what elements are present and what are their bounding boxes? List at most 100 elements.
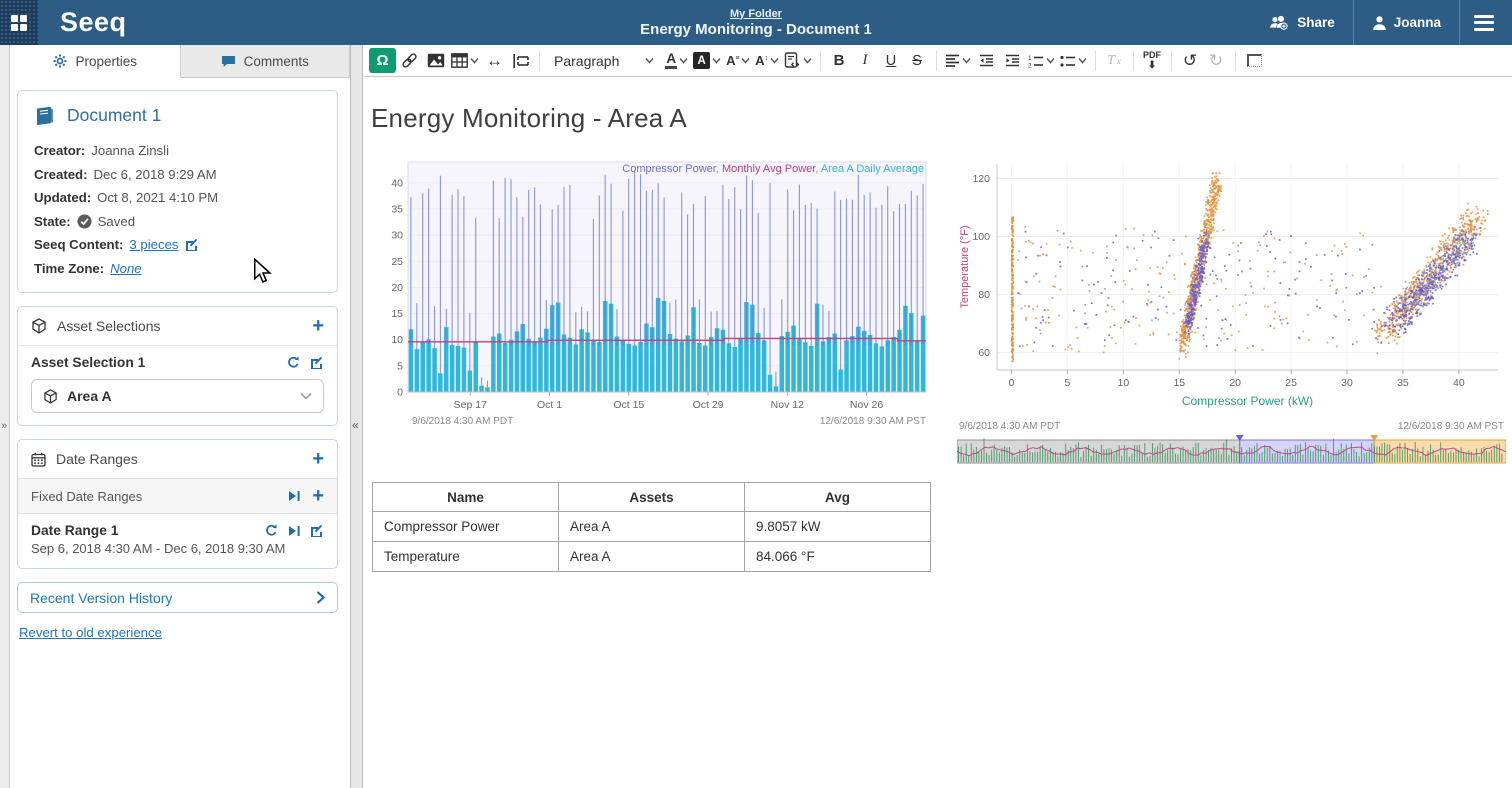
line-height-button[interactable]: A↕ (753, 48, 780, 73)
user-label: Joanna (1394, 15, 1441, 30)
revert-old-experience-link[interactable]: Revert to old experience (19, 625, 162, 640)
sidebar-splitter[interactable]: « (350, 45, 363, 788)
bar-chart[interactable]: 0510152025303540Sep 17Oct 1Oct 15Oct 29N… (378, 156, 934, 428)
range-strip-chart[interactable] (957, 435, 1506, 464)
table-row[interactable]: Compressor PowerArea A9.8057 kW (373, 512, 931, 542)
table-row[interactable]: TemperatureArea A84.066 °F (373, 542, 931, 572)
document-title: Document 1 (67, 105, 161, 126)
share-button[interactable]: Share (1250, 0, 1353, 45)
cube-icon (43, 389, 58, 404)
add-fixed-date-range-button[interactable]: + (312, 486, 324, 506)
edit-icon[interactable] (185, 238, 199, 252)
check-circle-icon (77, 214, 92, 229)
background-color-button[interactable]: A (691, 48, 723, 73)
italic-button[interactable]: I (853, 48, 878, 73)
chevron-down-icon (470, 57, 479, 64)
scatter-start-time: 9/6/2018 4:30 AM PDT (959, 421, 1060, 432)
recent-version-history-button[interactable]: Recent Version History (17, 582, 338, 613)
svg-text:15: 15 (391, 308, 403, 320)
date-ranges-card: Date Ranges + Fixed Date Ranges + Date R… (17, 439, 338, 569)
seeq-content-link[interactable]: 3 pieces (129, 237, 178, 252)
bar-chart-content[interactable]: 0510152025303540Sep 17Oct 1Oct 15Oct 29N… (378, 156, 934, 433)
svg-text:35: 35 (391, 204, 403, 216)
svg-text:9/6/2018 4:30 AM PDT: 9/6/2018 4:30 AM PDT (412, 416, 513, 427)
seeq-logo[interactable]: Seeq (60, 7, 127, 38)
scatter-end-time: 12/6/2018 9:30 AM PST (1398, 421, 1504, 432)
svg-text:Nov 12: Nov 12 (771, 399, 804, 411)
scatter-chart-content[interactable]: 60801001200510152025303540Compressor Pow… (957, 158, 1506, 469)
time-zone-link[interactable]: None (110, 261, 142, 276)
breadcrumb[interactable]: My Folder (730, 8, 782, 20)
share-users-icon (1268, 15, 1290, 31)
tab-comments[interactable]: Comments (181, 45, 351, 77)
edit-icon[interactable] (310, 356, 324, 370)
outdent-button[interactable] (974, 48, 999, 73)
svg-text:35: 35 (1397, 377, 1409, 389)
clear-formatting-button: Tx (1102, 48, 1127, 73)
scatter-chart[interactable]: 60801001200510152025303540Compressor Pow… (957, 158, 1506, 410)
asset-selection-name: Asset Selection 1 (31, 355, 145, 370)
svg-text:40: 40 (391, 177, 403, 189)
chevron-down-icon (645, 57, 654, 64)
field-state: State: Saved (34, 210, 321, 234)
field-time-zone: Time Zone: None (34, 257, 321, 281)
bold-button[interactable]: B (827, 48, 852, 73)
svg-text:80: 80 (978, 289, 990, 301)
add-date-range-button[interactable]: + (312, 449, 324, 469)
refresh-icon[interactable] (286, 355, 301, 370)
svg-text:12/6/2018 9:30 AM PST: 12/6/2018 9:30 AM PST (820, 416, 926, 427)
date-range-name: Date Range 1 (31, 523, 118, 538)
app-grid-button[interactable] (0, 0, 38, 45)
paragraph-style-select[interactable]: Paragraph (546, 53, 662, 69)
svg-text:0: 0 (397, 387, 403, 399)
grid-icon (11, 15, 27, 31)
bullet-list-button[interactable] (1058, 48, 1089, 73)
underline-button[interactable]: U (879, 48, 904, 73)
table-button[interactable] (449, 48, 481, 73)
refresh-icon[interactable] (264, 523, 279, 538)
indent-button[interactable] (1000, 48, 1025, 73)
numbered-list-button[interactable]: 12 (1026, 48, 1057, 73)
insert-seeq-content-button[interactable]: Ω (369, 48, 396, 73)
fixed-width-view-button[interactable] (1242, 48, 1267, 73)
svg-text:20: 20 (1229, 377, 1241, 389)
font-color-button[interactable]: A (663, 48, 690, 73)
image-button[interactable] (423, 48, 448, 73)
strikethrough-button[interactable]: S (905, 48, 930, 73)
insert-template-button[interactable] (782, 48, 814, 73)
field-updated: Updated:Oct 8, 2021 4:10 PM (34, 186, 321, 210)
collapse-left-icon[interactable]: « (352, 418, 359, 432)
tab-properties[interactable]: Properties (11, 45, 181, 78)
svg-text:Compressor Power, Monthly Avg: Compressor Power, Monthly Avg Power, Are… (622, 163, 924, 175)
chevron-down-icon (300, 392, 312, 400)
sidebar: Properties Comments Document 1 Creator:J… (11, 45, 350, 788)
expand-right-icon[interactable]: » (1, 420, 7, 432)
asset-select-dropdown[interactable]: Area A (31, 379, 324, 413)
svg-text:5: 5 (397, 360, 403, 372)
user-menu-button[interactable]: Joanna (1354, 0, 1459, 45)
left-collapse-rail[interactable]: » (0, 45, 10, 788)
document-properties-card: Document 1 Creator:Joanna Zinsli Created… (17, 90, 338, 293)
link-button[interactable] (397, 48, 422, 73)
document-heading[interactable]: Energy Monitoring - Area A (371, 103, 1512, 134)
add-asset-selection-button[interactable]: + (312, 316, 324, 336)
align-button[interactable] (943, 48, 973, 73)
svg-text:10: 10 (391, 334, 403, 346)
step-to-end-icon[interactable] (288, 525, 301, 537)
font-size-button[interactable]: A≡ (724, 48, 752, 73)
step-to-end-icon[interactable] (288, 490, 301, 502)
col-avg: Avg (745, 483, 931, 512)
document-canvas[interactable]: Energy Monitoring - Area A 0510152025303… (364, 78, 1512, 788)
page-break-button[interactable] (508, 48, 533, 73)
hamburger-menu-button[interactable] (1460, 15, 1512, 31)
horizontal-rule-button[interactable]: ↔ (482, 48, 507, 73)
summary-table[interactable]: Name Assets Avg Compressor PowerArea A9.… (372, 482, 931, 572)
undo-button[interactable]: ↺ (1178, 48, 1203, 73)
top-bar: Seeq My Folder Energy Monitoring - Docum… (0, 0, 1512, 45)
edit-icon[interactable] (310, 524, 324, 538)
svg-text:30: 30 (1341, 377, 1353, 389)
page-title: Energy Monitoring - Document 1 (640, 21, 872, 38)
svg-text:Nov 26: Nov 26 (850, 399, 883, 411)
export-pdf-button[interactable]: PDF⬇ (1140, 48, 1165, 73)
user-icon (1372, 15, 1387, 31)
